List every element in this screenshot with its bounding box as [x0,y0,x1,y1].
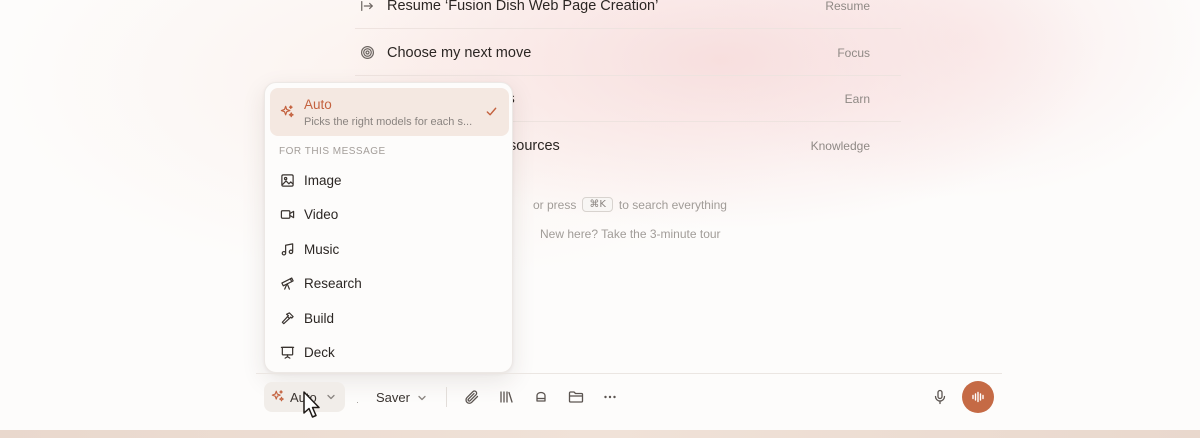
menu-item-deck[interactable]: Deck [270,337,509,369]
toolbar-separator [446,387,447,407]
library-icon[interactable] [498,389,514,405]
hint-prefix: or press [533,197,577,212]
menu-option-auto[interactable]: Auto Picks the right models for each s..… [270,88,509,136]
video-icon [280,207,296,223]
hammer-icon [280,311,296,327]
tour-link[interactable]: New here? Take the 3-minute tour [540,227,721,241]
suggestion-title: Choose my next move [387,44,532,61]
menu-auto-subtitle: Picks the right models for each s... [304,116,473,128]
graduation-cap-icon[interactable] [533,389,549,405]
mode-dot: · [356,397,359,407]
paperclip-icon[interactable] [464,389,480,405]
sparkles-icon [280,104,296,120]
music-icon [280,242,296,258]
menu-item-label: Deck [304,345,335,360]
search-hint: or press ⌘K to search everything [533,197,727,212]
shortcut-key: ⌘K [582,197,613,212]
check-icon [485,105,499,119]
mode-select-button[interactable]: Saver [376,390,410,405]
chevron-down-icon [326,392,336,402]
menu-auto-title: Auto [304,97,332,112]
menu-item-video[interactable]: Video [270,199,509,231]
folder-icon[interactable] [568,389,584,405]
bottom-edge [0,430,1200,438]
voice-mode-button[interactable] [962,381,994,413]
arrow-into-icon [359,0,375,14]
menu-item-label: Research [304,276,362,291]
menu-item-research[interactable]: Research [270,268,509,300]
suggestion-tag: Focus [837,45,870,60]
suggestion-title: Resume ‘Fusion Dish Web Page Creation’ [387,0,659,14]
menu-item-music[interactable]: Music [270,234,509,266]
image-icon [280,173,296,189]
presentation-icon [280,345,296,361]
suggestion-tag: Knowledge [810,139,870,153]
menu-item-image[interactable]: Image [270,165,509,197]
menu-item-label: Image [304,173,342,188]
suggestion-row-resume[interactable]: Resume ‘Fusion Dish Web Page Creation’ R… [355,0,901,29]
menu-item-label: Music [304,242,340,257]
toolbar-divider [256,373,1002,374]
suggestion-row-focus[interactable]: Choose my next move Focus [355,30,901,76]
target-icon [359,45,375,61]
menu-item-label: Build [304,311,335,326]
menu-item-build[interactable]: Build [270,303,509,335]
more-icon[interactable] [602,389,618,405]
sparkles-icon [271,389,286,404]
telescope-icon [280,276,296,292]
microphone-icon[interactable] [932,389,948,405]
model-dropdown-menu: Auto Picks the right models for each s..… [264,82,513,373]
mouse-cursor-icon [301,390,323,420]
menu-item-label: Video [304,207,339,222]
waveform-icon [970,389,986,405]
hint-suffix: to search everything [618,197,727,212]
suggestion-title: sources [509,138,560,154]
suggestion-tag: Earn [844,91,870,106]
suggestion-tag: Resume [825,0,870,13]
menu-section-label: FOR THIS MESSAGE [279,146,386,157]
chevron-down-icon[interactable] [417,393,427,403]
